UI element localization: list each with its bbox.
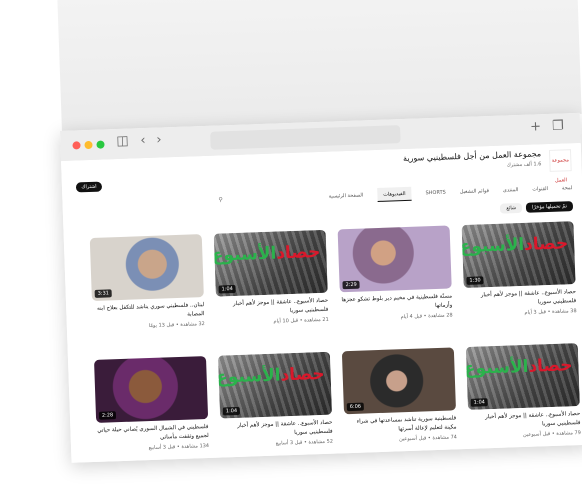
video-duration: 1:04 [470, 398, 489, 407]
video-title[interactable]: حصاد الأسبوع.. عاشقة || موجز لأهم أخبار … [216, 297, 329, 319]
video-meta: 38 مشاهدة • قبل 3 أيام [524, 308, 577, 316]
video-title[interactable]: حصاد الأسبوع.. عاشقة || موجز لأهم أخبار … [220, 419, 333, 441]
tab-community[interactable]: المنتدى [503, 183, 519, 198]
video-duration: 6:06 [346, 402, 365, 412]
video-meta: 28 مشاهدة • قبل 4 أيام [400, 312, 453, 321]
video-duration: 2:28 [98, 411, 117, 420]
tab-channels[interactable]: القنوات [532, 182, 548, 197]
filter-recent[interactable]: تمّ تحميلها مؤخرًا [525, 201, 574, 213]
video-title[interactable]: فلسطيني في الشمال السوري يُصاني حيلة حيا… [96, 423, 209, 445]
thumbnail-title-art: حصادالأسبوع [462, 233, 569, 257]
video-title[interactable]: فلسطينية سورية تناشد بمساعدتها في شراء م… [344, 414, 457, 436]
window-top-area [57, 0, 582, 132]
video-card[interactable]: حصادالأسبوع 1:30 حصاد الأسبوع.. عاشقة || م… [461, 221, 577, 318]
forward-icon[interactable]: › [156, 132, 162, 147]
video-grid: حصادالأسبوع 1:30 حصاد الأسبوع.. عاشقة || م… [78, 221, 581, 451]
video-card[interactable]: حصادالأسبوع 1:04 حصاد الأسبوع.. عاشقة || م… [213, 229, 329, 327]
video-thumbnail[interactable]: حصادالأسبوع 1:30 [461, 221, 576, 289]
thumbnail-word-green: الأسبوع [213, 243, 277, 266]
video-title[interactable]: حصاد الأسبوع.. عاشقة || موجز لأهم أخبار … [464, 288, 577, 310]
thumbnail-word-red: حصاد [523, 233, 569, 255]
video-thumbnail[interactable]: 2:28 [94, 356, 209, 423]
thumbnail-word-red: حصاد [275, 241, 321, 264]
scene: ◫ ‹ › + ❐ مجموعة العمل مجموعة العمل من أ… [0, 0, 582, 489]
address-bar[interactable] [210, 125, 401, 150]
close-window-button[interactable] [72, 141, 81, 150]
youtube-channel-page: مجموعة العمل مجموعة العمل من أجل فلسطيني… [61, 142, 582, 463]
back-icon[interactable]: ‹ [140, 133, 146, 148]
thumbnail-title-art: حصادالأسبوع [466, 355, 573, 379]
video-card[interactable]: 3:31 لبنان.. فلسطيني سوري يناشد للتكفل بع… [89, 234, 205, 331]
video-meta: 32 مشاهدة • قبل 13 يومًا [148, 321, 205, 330]
tab-about[interactable]: لمحة [562, 181, 573, 195]
video-title[interactable]: مسنّة فلسطينية في مخيم دير بلوط تشكو عجز… [340, 292, 453, 314]
video-thumbnail[interactable]: 3:31 [89, 234, 204, 301]
minimize-window-button[interactable] [84, 140, 93, 150]
video-card[interactable]: 2:28 فلسطيني في الشمال السوري يُصاني حيلة… [94, 356, 209, 453]
video-card[interactable]: 2:29 مسنّة فلسطينية في مخيم دير بلوط تشكو… [337, 225, 453, 322]
video-duration: 1:04 [222, 406, 241, 416]
video-meta: 134 مشاهدة • قبل 3 أسابيع [148, 442, 210, 452]
filter-chips: تمّ تحميلها مؤخرًا شائع [500, 201, 574, 214]
channel-avatar[interactable]: مجموعة العمل [548, 149, 572, 184]
video-meta: 74 مشاهدة • قبل أسبوعين [398, 434, 458, 443]
video-card[interactable]: حصادالأسبوع 1:04 حصاد الأسبوع.. عاشقة || م… [217, 351, 334, 449]
maximize-window-button[interactable] [96, 140, 105, 149]
thumbnail-word-green: الأسبوع [465, 356, 529, 380]
video-thumbnail[interactable]: حصادالأسبوع 1:04 [465, 343, 580, 410]
thumbnail-word-red: حصاد [528, 355, 573, 377]
video-title[interactable]: لبنان.. فلسطيني سوري يناشد للتكفل بعلاج … [92, 301, 205, 323]
video-meta: 79 مشاهدة • قبل أسبوعين [522, 430, 581, 439]
thumbnail-word-red: حصاد [280, 363, 325, 386]
sidebar-toggle-icon[interactable]: ◫ [116, 134, 129, 149]
video-meta: 52 مشاهدة • قبل 3 أسابيع [275, 438, 334, 447]
search-icon[interactable]: ⚲ [218, 196, 223, 203]
video-meta: 21 مشاهدة • قبل 10 أيام [273, 316, 329, 325]
video-thumbnail[interactable]: 2:29 [337, 225, 452, 293]
subscribe-button[interactable]: اشتراك [75, 181, 103, 193]
video-title[interactable]: حصاد الأسبوع.. عاشقة || موجز لأهم أخبار … [468, 410, 581, 432]
new-tab-icon[interactable]: + [530, 119, 541, 134]
video-duration: 3:31 [94, 289, 113, 298]
video-thumbnail[interactable]: 6:06 [341, 347, 456, 415]
thumbnail-title-art: حصادالأسبوع [214, 241, 321, 266]
thumbnail-word-green: الأسبوع [217, 365, 281, 388]
browser-window-wrapper: ◫ ‹ › + ❐ مجموعة العمل مجموعة العمل من أ… [60, 112, 582, 463]
channel-tabs: الصفحة الرئيسية الفيديوهات SHORTS قوائم … [328, 181, 572, 203]
video-duration: 2:29 [342, 280, 360, 290]
filter-popular[interactable]: شائع [500, 202, 523, 214]
video-card[interactable]: 6:06 فلسطينية سورية تناشد بمساعدتها في شر… [341, 347, 458, 444]
video-duration: 1:04 [218, 284, 236, 294]
tab-playlists[interactable]: قوائم التشغيل [460, 184, 490, 199]
channel-subscribers: 1.6 ألف مشترك [506, 161, 542, 169]
thumbnail-title-art: حصادالأسبوع [218, 363, 325, 388]
thumbnail-word-green: الأسبوع [461, 234, 525, 258]
tab-overview-icon[interactable]: ❐ [552, 118, 564, 133]
tab-shorts[interactable]: SHORTS [425, 186, 446, 201]
browser-window: ◫ ‹ › + ❐ مجموعة العمل مجموعة العمل من أ… [60, 112, 582, 463]
video-duration: 1:30 [466, 276, 484, 285]
tab-home[interactable]: الصفحة الرئيسية [328, 188, 364, 203]
video-thumbnail[interactable]: حصادالأسبوع 1:04 [213, 229, 328, 297]
tab-videos[interactable]: الفيديوهات [376, 186, 412, 202]
video-thumbnail[interactable]: حصادالأسبوع 1:04 [217, 351, 333, 419]
video-card[interactable]: حصادالأسبوع 1:04 حصاد الأسبوع.. عاشقة || م… [465, 343, 581, 440]
